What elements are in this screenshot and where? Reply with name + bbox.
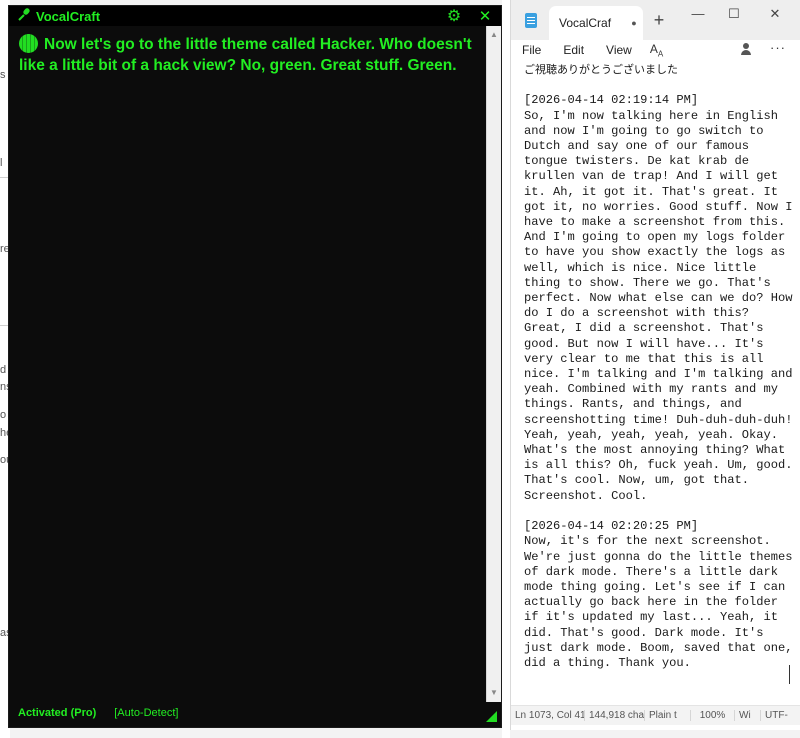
log-entry: So, I'm now talking here in English and n…: [524, 109, 800, 504]
close-icon[interactable]: ✕: [763, 4, 787, 24]
editor-line: very clear to me that this is all: [524, 351, 764, 366]
license-status: Activated (Pro): [18, 707, 97, 719]
text-editor[interactable]: ご視聴ありがとうございました [2026-04-14 02:19:14 PM] …: [511, 60, 800, 700]
editor-line: well, which is nice. Nice little: [524, 260, 757, 275]
editor-line: got it, no worries. Good stuff. Now I: [524, 199, 793, 214]
editor-line: have to make a screenshot from this.: [524, 215, 786, 230]
editor-line: thing to show. There we go. That's: [524, 275, 771, 290]
language-mode[interactable]: [Auto-Detect]: [114, 707, 178, 719]
editor-line: We're just gonna do the little themes: [524, 549, 793, 564]
transcript-scrollbar[interactable]: ▲ ▼: [486, 26, 501, 702]
scroll-up-icon[interactable]: ▲: [487, 28, 501, 42]
editor-line: perfect. Now what else can we do? How: [524, 291, 793, 306]
window-gap: [502, 0, 510, 738]
resize-grip-icon[interactable]: [486, 711, 497, 722]
editor-line: And I'm going to open my logs folder: [524, 230, 786, 245]
file-format[interactable]: Plain t: [645, 710, 691, 721]
editor-line: ご視聴ありがとうございました: [524, 63, 678, 76]
entry-timestamp: [2026-04-14 02:20:25 PM]: [524, 519, 699, 534]
editor-line: good. But now I will have... It's: [524, 336, 764, 351]
cursor-position: Ln 1073, Col 418: [511, 710, 585, 721]
editor-line: and now I'm going to go switch to: [524, 123, 764, 138]
editor-line: krullen van de trap! And I will get: [524, 169, 779, 184]
editor-line: if it's updated my last... Yeah, it: [524, 610, 779, 625]
log-entry: Now, it's for the next screenshot. We're …: [524, 534, 800, 671]
notepad-status-bar: Ln 1073, Col 418 144,918 cha Plain t 100…: [511, 705, 800, 725]
menu-view[interactable]: View: [606, 43, 632, 57]
vocalcraft-window: VocalCraft ⚙ ✕ Now let's go to the littl…: [8, 5, 502, 728]
editor-line: screenshotting time! Duh-duh-duh-duh!: [524, 412, 793, 427]
document-tab[interactable]: VocalCraf ●: [549, 6, 643, 40]
editor-scrollbar[interactable]: [789, 665, 790, 684]
transcript-text: Now let's go to the little theme called …: [19, 36, 472, 74]
notepad-window: VocalCraf ● + — ☐ ✕ File Edit View AA ··…: [510, 0, 800, 730]
app-title: VocalCraft: [36, 8, 101, 24]
entry-timestamp: [2026-04-14 02:19:14 PM]: [524, 93, 699, 108]
editor-line: What's the most annoying thing? What: [524, 443, 786, 458]
more-icon[interactable]: ···: [770, 40, 786, 55]
account-icon[interactable]: [740, 43, 752, 55]
editor-line: things. Rants, and things, and: [524, 397, 742, 412]
editor-line: yeah. Combined with my rants and my: [524, 382, 779, 397]
editor-line: Yeah, yeah, yeah, yeah, yeah. Okay.: [524, 427, 779, 442]
editor-line: do I do a screenshot with this?: [524, 306, 749, 321]
character-count: 144,918 cha: [585, 710, 645, 721]
editor-line: to have you show exactly the logs as: [524, 245, 786, 260]
notepad-titlebar[interactable]: VocalCraf ● + — ☐ ✕: [511, 0, 800, 40]
editor-line: That's cool. Now, um, got that.: [524, 473, 749, 488]
notepad-icon: [525, 13, 537, 28]
editor-line: it. Ah, it got it. That's great. It: [524, 184, 779, 199]
editor-line: Great, I did a screenshot. That's: [524, 321, 764, 336]
minimize-icon[interactable]: —: [686, 4, 710, 24]
live-transcript: Now let's go to the little theme called …: [19, 34, 479, 76]
encoding[interactable]: UTF-: [761, 710, 800, 721]
tab-title: VocalCraf: [559, 16, 612, 30]
maximize-icon[interactable]: ☐: [722, 4, 746, 24]
gear-icon[interactable]: ⚙: [443, 6, 465, 26]
editor-line: just dark mode. Boom, saved that one,: [524, 640, 793, 655]
editor-line: of dark mode. There's a little dark: [524, 564, 779, 579]
line-ending[interactable]: Wi: [735, 710, 761, 721]
editor-line: Screenshot. Cool.: [524, 488, 648, 503]
plus-icon[interactable]: +: [649, 10, 669, 30]
menu-edit[interactable]: Edit: [563, 43, 584, 57]
editor-line: So, I'm now talking here in English: [524, 108, 779, 123]
unsaved-dot-icon[interactable]: ●: [625, 18, 643, 28]
menu-bar: File Edit View AA ···: [511, 40, 800, 60]
vocalcraft-titlebar[interactable]: VocalCraft ⚙ ✕: [9, 6, 501, 26]
editor-line: nice. I'm talking and I'm talking and: [524, 367, 793, 382]
editor-line: mode thing going. Let's see if I can: [524, 579, 786, 594]
menu-file[interactable]: File: [522, 43, 541, 57]
close-icon[interactable]: ✕: [477, 7, 493, 25]
editor-line: Now, it's for the next screenshot.: [524, 534, 771, 549]
editor-line: did a thing. Thank you.: [524, 655, 691, 670]
editor-line: tongue twisters. De kat krab de: [524, 154, 749, 169]
status-bar: Activated (Pro) [Auto-Detect]: [9, 699, 501, 727]
editor-line: is all this? Oh, fuck yeah. Um, good.: [524, 458, 793, 473]
editor-line: Dutch and say one of our famous: [524, 139, 749, 154]
text-format-icon[interactable]: AA: [650, 42, 663, 58]
zoom-level[interactable]: 100%: [691, 710, 735, 721]
transcript-panel: Now let's go to the little theme called …: [9, 28, 487, 698]
editor-line: actually go back here in the folder: [524, 595, 779, 610]
scroll-down-icon[interactable]: ▼: [487, 686, 501, 700]
microphone-icon: [18, 8, 34, 24]
editor-line: did. That's good. Dark mode. It's: [524, 625, 764, 640]
recording-dot-icon: [19, 34, 38, 53]
